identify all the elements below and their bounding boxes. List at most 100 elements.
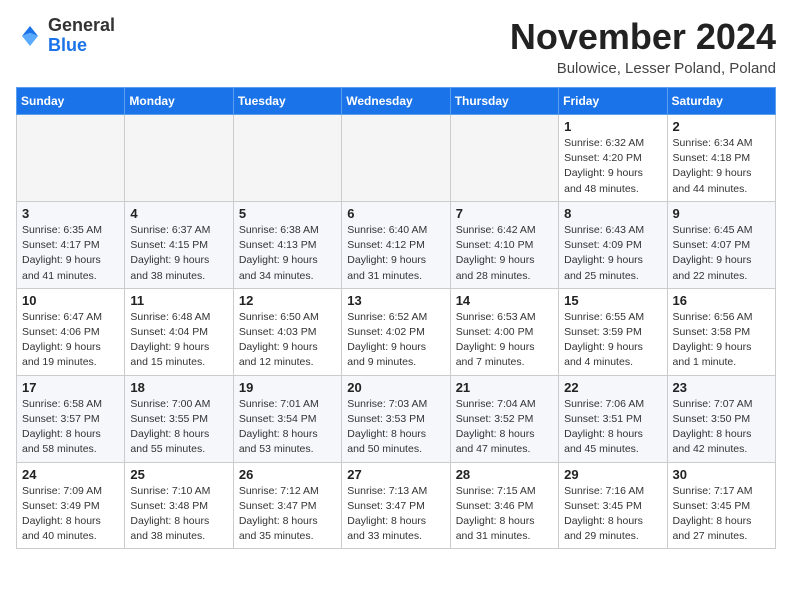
day-info: Sunrise: 7:13 AM Sunset: 3:47 PM Dayligh… xyxy=(347,484,444,545)
logo-general-text: General xyxy=(48,15,115,35)
day-cell: 22 Sunrise: 7:06 AM Sunset: 3:51 PM Dayli… xyxy=(559,375,667,462)
month-title: November 2024 xyxy=(510,16,776,58)
day-cell: 30 Sunrise: 7:17 AM Sunset: 3:45 PM Dayli… xyxy=(667,462,775,549)
day-number: 18 xyxy=(130,380,227,395)
day-cell: 8 Sunrise: 6:43 AM Sunset: 4:09 PM Daylig… xyxy=(559,201,667,288)
day-info: Sunrise: 7:06 AM Sunset: 3:51 PM Dayligh… xyxy=(564,397,661,458)
day-cell: 23Sunrise: 7:07 AM Sunset: 3:50 PM Dayli… xyxy=(667,375,775,462)
week-row-1: 1 Sunrise: 6:32 AM Sunset: 4:20 PM Daylig… xyxy=(17,115,776,202)
day-info: Sunrise: 6:48 AM Sunset: 4:04 PM Dayligh… xyxy=(130,310,227,371)
day-info: Sunrise: 7:12 AM Sunset: 3:47 PM Dayligh… xyxy=(239,484,336,545)
day-cell: 4 Sunrise: 6:37 AM Sunset: 4:15 PM Daylig… xyxy=(125,201,233,288)
day-number: 11 xyxy=(130,293,227,308)
day-info: Sunrise: 6:37 AM Sunset: 4:15 PM Dayligh… xyxy=(130,223,227,284)
header: General Blue November 2024 Bulowice, Les… xyxy=(16,16,776,77)
day-cell xyxy=(342,115,450,202)
day-cell: 12 Sunrise: 6:50 AM Sunset: 4:03 PM Dayli… xyxy=(233,288,341,375)
day-info: Sunrise: 6:43 AM Sunset: 4:09 PM Dayligh… xyxy=(564,223,661,284)
day-cell: 14 Sunrise: 6:53 AM Sunset: 4:00 PM Dayli… xyxy=(450,288,558,375)
day-info: Sunrise: 7:00 AM Sunset: 3:55 PM Dayligh… xyxy=(130,397,227,458)
day-cell: 26 Sunrise: 7:12 AM Sunset: 3:47 PM Dayli… xyxy=(233,462,341,549)
day-number: 10 xyxy=(22,293,119,308)
day-cell: 25 Sunrise: 7:10 AM Sunset: 3:48 PM Dayli… xyxy=(125,462,233,549)
day-info: Sunrise: 6:50 AM Sunset: 4:03 PM Dayligh… xyxy=(239,310,336,371)
day-number: 20 xyxy=(347,380,444,395)
day-cell: 20 Sunrise: 7:03 AM Sunset: 3:53 PM Dayli… xyxy=(342,375,450,462)
day-cell: 5 Sunrise: 6:38 AM Sunset: 4:13 PM Daylig… xyxy=(233,201,341,288)
col-header-wednesday: Wednesday xyxy=(342,88,450,115)
day-number: 17 xyxy=(22,380,119,395)
day-number: 26 xyxy=(239,467,336,482)
day-info: Sunrise: 6:42 AM Sunset: 4:10 PM Dayligh… xyxy=(456,223,553,284)
day-info: Sunrise: 7:01 AM Sunset: 3:54 PM Dayligh… xyxy=(239,397,336,458)
day-number: 13 xyxy=(347,293,444,308)
day-cell xyxy=(125,115,233,202)
day-info: Sunrise: 6:47 AM Sunset: 4:06 PM Dayligh… xyxy=(22,310,119,371)
day-number: 27 xyxy=(347,467,444,482)
day-number: 23 xyxy=(673,380,770,395)
day-cell: 27 Sunrise: 7:13 AM Sunset: 3:47 PM Dayli… xyxy=(342,462,450,549)
day-number: 22 xyxy=(564,380,661,395)
col-header-friday: Friday xyxy=(559,88,667,115)
day-number: 14 xyxy=(456,293,553,308)
day-number: 28 xyxy=(456,467,553,482)
day-number: 8 xyxy=(564,206,661,221)
day-number: 12 xyxy=(239,293,336,308)
logo-icon xyxy=(16,22,44,50)
day-number: 19 xyxy=(239,380,336,395)
week-row-4: 17 Sunrise: 6:58 AM Sunset: 3:57 PM Dayli… xyxy=(17,375,776,462)
col-header-monday: Monday xyxy=(125,88,233,115)
day-info: Sunrise: 7:03 AM Sunset: 3:53 PM Dayligh… xyxy=(347,397,444,458)
day-info: Sunrise: 6:56 AM Sunset: 3:58 PM Dayligh… xyxy=(673,310,770,371)
day-cell: 2Sunrise: 6:34 AM Sunset: 4:18 PM Daylig… xyxy=(667,115,775,202)
day-info: Sunrise: 7:15 AM Sunset: 3:46 PM Dayligh… xyxy=(456,484,553,545)
day-info: Sunrise: 6:45 AM Sunset: 4:07 PM Dayligh… xyxy=(673,223,770,284)
day-number: 7 xyxy=(456,206,553,221)
day-info: Sunrise: 6:40 AM Sunset: 4:12 PM Dayligh… xyxy=(347,223,444,284)
day-info: Sunrise: 6:52 AM Sunset: 4:02 PM Dayligh… xyxy=(347,310,444,371)
day-cell xyxy=(450,115,558,202)
day-cell: 15Sunrise: 6:55 AM Sunset: 3:59 PM Dayli… xyxy=(559,288,667,375)
day-number: 25 xyxy=(130,467,227,482)
day-info: Sunrise: 6:53 AM Sunset: 4:00 PM Dayligh… xyxy=(456,310,553,371)
day-info: Sunrise: 6:55 AM Sunset: 3:59 PM Dayligh… xyxy=(564,310,661,371)
day-info: Sunrise: 7:16 AM Sunset: 3:45 PM Dayligh… xyxy=(564,484,661,545)
day-cell: 21Sunrise: 7:04 AM Sunset: 3:52 PM Dayli… xyxy=(450,375,558,462)
day-info: Sunrise: 6:34 AM Sunset: 4:18 PM Dayligh… xyxy=(673,136,770,197)
col-header-tuesday: Tuesday xyxy=(233,88,341,115)
day-number: 21 xyxy=(456,380,553,395)
col-header-thursday: Thursday xyxy=(450,88,558,115)
day-cell: 3 Sunrise: 6:35 AM Sunset: 4:17 PM Daylig… xyxy=(17,201,125,288)
day-cell: 9 Sunrise: 6:45 AM Sunset: 4:07 PM Daylig… xyxy=(667,201,775,288)
day-cell: 6 Sunrise: 6:40 AM Sunset: 4:12 PM Daylig… xyxy=(342,201,450,288)
col-header-saturday: Saturday xyxy=(667,88,775,115)
day-number: 3 xyxy=(22,206,119,221)
day-cell: 28 Sunrise: 7:15 AM Sunset: 3:46 PM Dayli… xyxy=(450,462,558,549)
day-info: Sunrise: 7:17 AM Sunset: 3:45 PM Dayligh… xyxy=(673,484,770,545)
day-info: Sunrise: 6:38 AM Sunset: 4:13 PM Dayligh… xyxy=(239,223,336,284)
header-row: SundayMondayTuesdayWednesdayThursdayFrid… xyxy=(17,88,776,115)
day-info: Sunrise: 7:10 AM Sunset: 3:48 PM Dayligh… xyxy=(130,484,227,545)
day-cell: 1 Sunrise: 6:32 AM Sunset: 4:20 PM Daylig… xyxy=(559,115,667,202)
day-info: Sunrise: 6:35 AM Sunset: 4:17 PM Dayligh… xyxy=(22,223,119,284)
week-row-5: 24 Sunrise: 7:09 AM Sunset: 3:49 PM Dayli… xyxy=(17,462,776,549)
day-info: Sunrise: 7:09 AM Sunset: 3:49 PM Dayligh… xyxy=(22,484,119,545)
day-number: 1 xyxy=(564,119,661,134)
day-cell: 10 Sunrise: 6:47 AM Sunset: 4:06 PM Dayli… xyxy=(17,288,125,375)
day-cell xyxy=(233,115,341,202)
day-number: 5 xyxy=(239,206,336,221)
title-area: November 2024 Bulowice, Lesser Poland, P… xyxy=(510,16,776,77)
day-cell: 7 Sunrise: 6:42 AM Sunset: 4:10 PM Daylig… xyxy=(450,201,558,288)
day-number: 4 xyxy=(130,206,227,221)
day-info: Sunrise: 6:32 AM Sunset: 4:20 PM Dayligh… xyxy=(564,136,661,197)
day-number: 30 xyxy=(673,467,770,482)
day-cell xyxy=(17,115,125,202)
day-cell: 18 Sunrise: 7:00 AM Sunset: 3:55 PM Dayli… xyxy=(125,375,233,462)
day-cell: 29Sunrise: 7:16 AM Sunset: 3:45 PM Dayli… xyxy=(559,462,667,549)
day-number: 9 xyxy=(673,206,770,221)
logo: General Blue xyxy=(16,16,115,56)
day-number: 6 xyxy=(347,206,444,221)
day-number: 24 xyxy=(22,467,119,482)
day-info: Sunrise: 6:58 AM Sunset: 3:57 PM Dayligh… xyxy=(22,397,119,458)
col-header-sunday: Sunday xyxy=(17,88,125,115)
